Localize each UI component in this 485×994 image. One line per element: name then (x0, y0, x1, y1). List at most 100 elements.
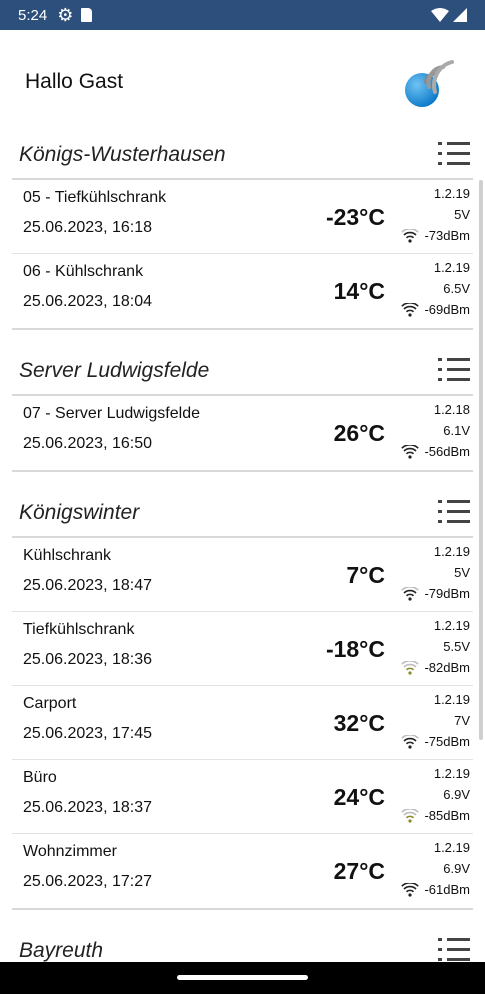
device-name: 05 - Tiefkühlschrank (23, 189, 167, 206)
device-group: 07 - Server Ludwigsfelde 25.06.2023, 16:5… (12, 394, 473, 472)
device-voltage: 6.9V (443, 787, 470, 802)
device-voltage: 6.1V (443, 423, 470, 438)
system-navigation-bar (0, 962, 485, 994)
device-name: Kühlschrank (23, 547, 112, 564)
section-title: Königswinter (19, 501, 140, 524)
greeting-title: Hallo Gast (25, 70, 124, 93)
settings-gear-icon: ⚙ (57, 5, 74, 25)
device-name: 06 - Kühlschrank (23, 263, 144, 280)
section-header: Königs-Wusterhausen (0, 134, 485, 178)
device-name: Wohnzimmer (23, 843, 117, 860)
device-signal-value: -61dBm (424, 882, 470, 897)
device-voltage: 5V (454, 565, 470, 580)
home-gesture-pill[interactable] (177, 975, 308, 980)
section-header: Server Ludwigsfelde (0, 350, 485, 394)
device-signal-value: -75dBm (424, 734, 470, 749)
device-datetime: 25.06.2023, 16:50 (23, 435, 153, 452)
device-temperature: -23°C (325, 204, 385, 230)
device-row[interactable]: Tiefkühlschrank 25.06.2023, 18:36 -18°C 1.2… (12, 612, 473, 686)
device-temperature: 7°C (346, 562, 385, 588)
device-signal-value: -79dBm (424, 586, 470, 601)
device-signal-value: -85dBm (424, 808, 470, 823)
device-signal: -56dBm (401, 444, 470, 459)
section-title: Königs-Wusterhausen (19, 143, 226, 166)
device-firmware: 1.2.19 (433, 766, 470, 781)
wifi-status-icon (431, 8, 449, 22)
device-datetime: 25.06.2023, 17:45 (23, 725, 153, 742)
device-datetime: 25.06.2023, 18:37 (23, 799, 153, 816)
wifi-signal-icon (401, 660, 420, 675)
device-signal-value: -82dBm (424, 660, 470, 675)
app-logo (405, 60, 454, 107)
device-row[interactable]: 06 - Kühlschrank 25.06.2023, 18:04 14°C 1.2… (12, 254, 473, 328)
list-menu-icon[interactable] (438, 141, 470, 167)
sd-card-icon (81, 8, 93, 22)
device-voltage: 5.5V (443, 639, 470, 654)
section-header: Bayreuth (0, 930, 485, 962)
device-signal: -73dBm (401, 228, 470, 243)
device-voltage: 6.9V (443, 861, 470, 876)
device-row[interactable]: Carport 25.06.2023, 17:45 32°C 1.2.19 7V -75d… (12, 686, 473, 760)
device-name: Büro (23, 769, 57, 786)
status-bar: 5:24 ⚙ (0, 0, 485, 30)
device-group: 05 - Tiefkühlschrank 25.06.2023, 16:18 -23… (12, 178, 473, 330)
section-header: Königswinter (0, 492, 485, 536)
device-firmware: 1.2.19 (433, 186, 470, 201)
device-temperature: 26°C (333, 420, 385, 446)
scrollbar[interactable] (479, 180, 483, 740)
device-signal-value: -56dBm (424, 444, 470, 459)
device-temperature: 24°C (333, 784, 385, 810)
wifi-signal-icon (401, 882, 420, 897)
wifi-signal-icon (401, 808, 420, 823)
device-signal-value: -69dBm (424, 302, 470, 317)
device-firmware: 1.2.19 (433, 544, 470, 559)
device-row[interactable]: Kühlschrank 25.06.2023, 18:47 7°C 1.2.19 5V -… (12, 538, 473, 612)
section-title: Bayreuth (19, 939, 104, 962)
wifi-signal-icon (401, 586, 420, 601)
device-name: 07 - Server Ludwigsfelde (23, 405, 200, 422)
device-voltage: 6.5V (443, 281, 470, 296)
list-menu-icon[interactable] (438, 937, 470, 962)
device-firmware: 1.2.19 (433, 692, 470, 707)
device-row[interactable]: Büro 25.06.2023, 18:37 24°C 1.2.19 6.9V -85dB… (12, 760, 473, 834)
cell-signal-icon (453, 8, 467, 22)
device-firmware: 1.2.19 (433, 260, 470, 275)
device-row[interactable]: 07 - Server Ludwigsfelde 25.06.2023, 16:5… (12, 396, 473, 470)
list-menu-icon[interactable] (438, 357, 470, 383)
device-signal: -69dBm (401, 302, 470, 317)
device-group: Kühlschrank 25.06.2023, 18:47 7°C 1.2.19 5V -… (12, 536, 473, 910)
list-menu-icon[interactable] (438, 499, 470, 525)
device-datetime: 25.06.2023, 18:04 (23, 293, 153, 310)
device-signal: -61dBm (401, 882, 470, 897)
device-voltage: 7V (454, 713, 470, 728)
device-datetime: 25.06.2023, 18:36 (23, 651, 153, 668)
device-name: Tiefkühlschrank (23, 621, 135, 638)
device-datetime: 25.06.2023, 17:27 (23, 873, 153, 890)
device-temperature: -18°C (325, 636, 385, 662)
device-firmware: 1.2.18 (433, 402, 470, 417)
wifi-signal-icon (401, 228, 420, 243)
device-list[interactable]: Königs-Wusterhausen 05 - Tiefkühlschrank 2… (0, 134, 485, 962)
device-temperature: 27°C (333, 858, 385, 884)
device-signal: -75dBm (401, 734, 470, 749)
device-firmware: 1.2.19 (433, 618, 470, 633)
device-name: Carport (23, 695, 77, 712)
device-signal-value: -73dBm (424, 228, 470, 243)
device-signal: -79dBm (401, 586, 470, 601)
app-header: Hallo Gast (0, 30, 485, 134)
section-title: Server Ludwigsfelde (19, 359, 210, 382)
device-row[interactable]: Wohnzimmer 25.06.2023, 17:27 27°C 1.2.19 6.9… (12, 834, 473, 908)
device-row[interactable]: 05 - Tiefkühlschrank 25.06.2023, 16:18 -23… (12, 180, 473, 254)
device-temperature: 32°C (333, 710, 385, 736)
status-time: 5:24 (18, 6, 48, 24)
device-temperature: 14°C (333, 278, 385, 304)
device-voltage: 5V (454, 207, 470, 222)
wifi-signal-icon (401, 302, 420, 317)
device-datetime: 25.06.2023, 16:18 (23, 219, 153, 236)
wifi-signal-icon (401, 444, 420, 459)
device-firmware: 1.2.19 (433, 840, 470, 855)
wifi-signal-icon (401, 734, 420, 749)
device-datetime: 25.06.2023, 18:47 (23, 577, 153, 594)
device-signal: -82dBm (401, 660, 470, 675)
device-signal: -85dBm (401, 808, 470, 823)
